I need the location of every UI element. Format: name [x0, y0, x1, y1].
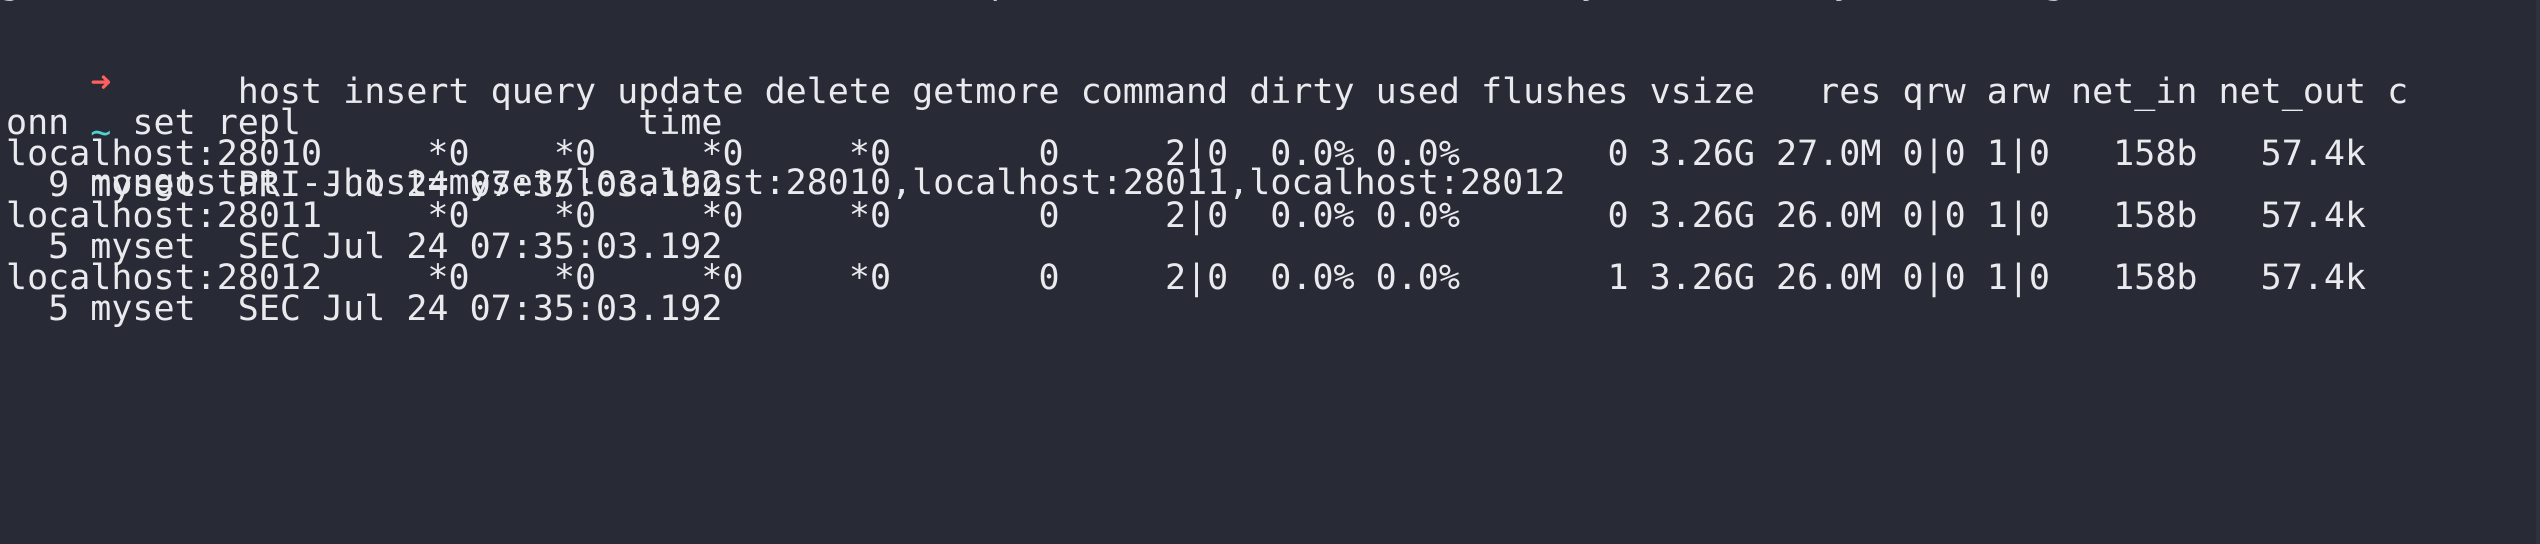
terminal-scroll-edge[interactable] [2536, 0, 2540, 544]
terminal-window[interactable]: g p y y g ➜ ~ mongostat --host=myset/loc… [0, 0, 2540, 544]
stats-row-3-line-2: 5 myset SEC Jul 24 07:35:03.192 [6, 289, 723, 329]
clipped-previous-line: g p y y g [0, 0, 2540, 8]
prompt-line: ➜ ~ mongostat --host=myset/localhost:280… [6, 8, 1565, 203]
